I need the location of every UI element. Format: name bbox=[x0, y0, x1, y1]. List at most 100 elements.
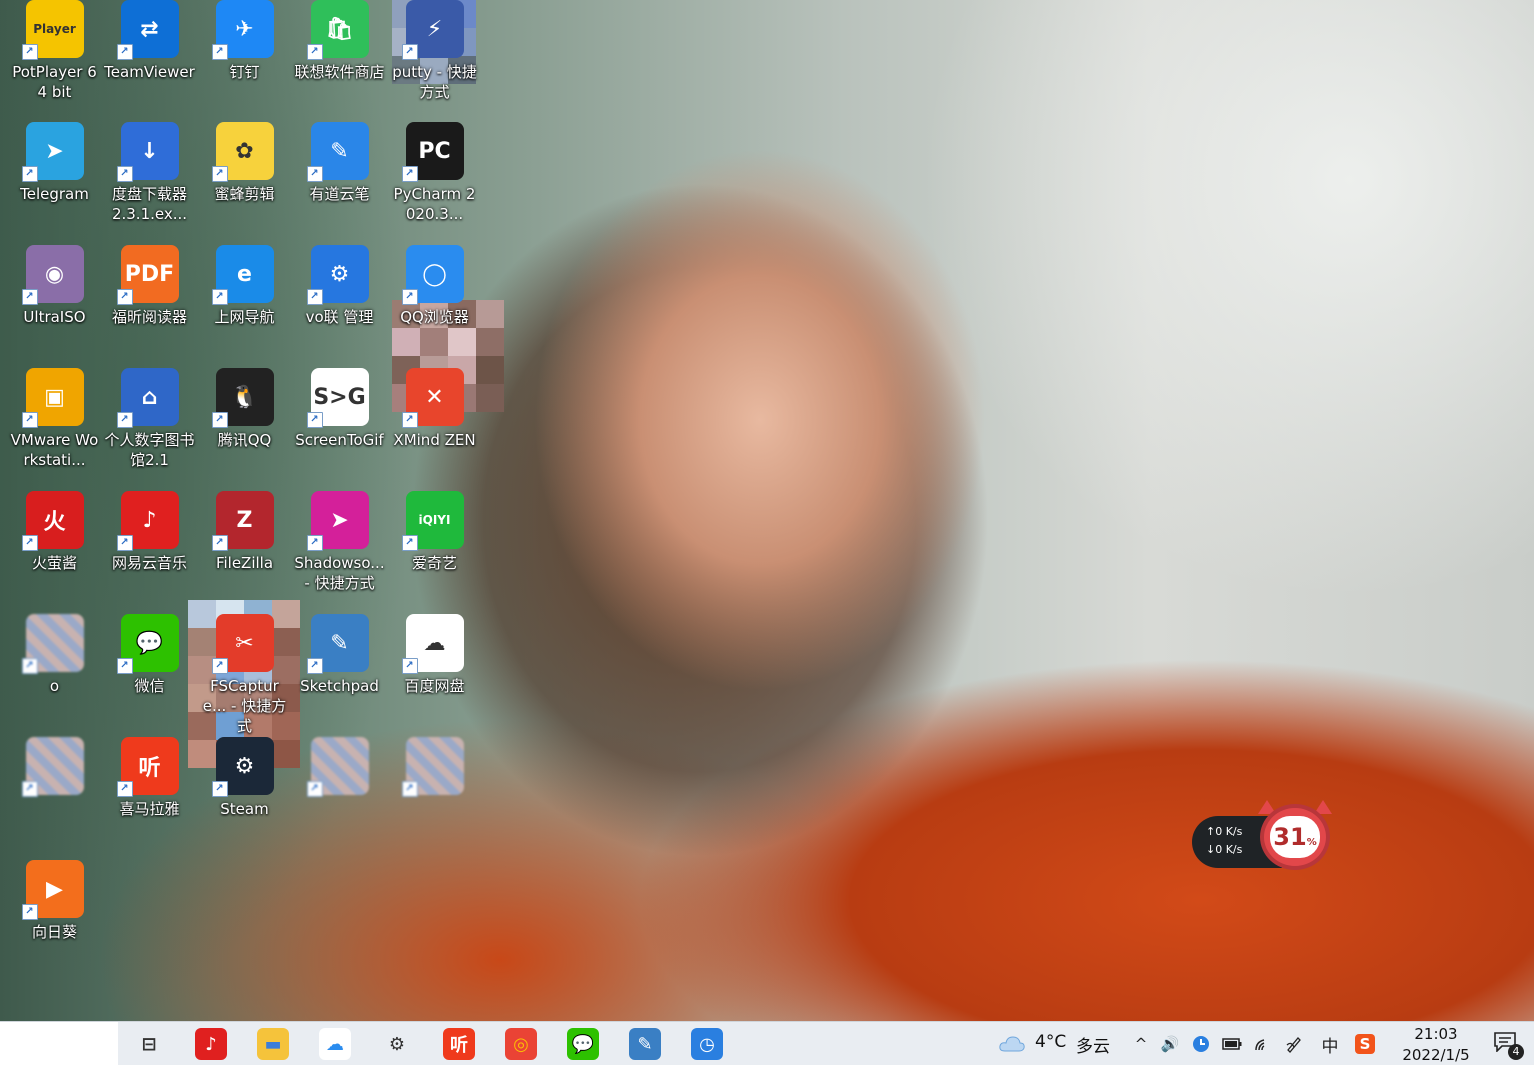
desktop-shortcut[interactable]: ⌂ ↗ 个人数字图书馆2.1 bbox=[102, 368, 197, 488]
system-clock[interactable]: 21:03 2022/1/5 bbox=[1395, 1024, 1477, 1066]
desktop-shortcut[interactable]: ▶ ↗ 向日葵 bbox=[7, 860, 102, 980]
desktop-shortcut[interactable]: ◯ ↗ QQ浏览器 bbox=[387, 245, 482, 365]
desktop-shortcut[interactable]: ✎ ↗ Sketchpad bbox=[292, 614, 387, 734]
desktop-shortcut[interactable]: Player ↗ PotPlayer 64 bit bbox=[7, 0, 102, 120]
putty-icon: ⚡ ↗ bbox=[401, 0, 464, 60]
icon-glyph: ⇄ bbox=[140, 16, 159, 42]
settings-icon[interactable]: ⚙ bbox=[381, 1028, 413, 1060]
desktop-shortcut[interactable]: Z ↗ FileZilla bbox=[197, 491, 292, 611]
memory-usage-unit: % bbox=[1306, 836, 1317, 848]
icon-glyph: ✂ bbox=[235, 630, 254, 656]
qq-browser-icon: ◯ ↗ bbox=[401, 245, 464, 305]
desktop-shortcut[interactable]: PC ↗ PyCharm 2020.3... bbox=[387, 122, 482, 242]
icon-glyph: iQIYI bbox=[418, 513, 451, 527]
desktop-shortcut[interactable]: ↗ o bbox=[7, 614, 102, 734]
desktop-shortcut[interactable]: 🛍 ↗ 联想软件商店 bbox=[292, 0, 387, 120]
desktop-shortcut[interactable]: ⚡ ↗ putty - 快捷方式 bbox=[387, 0, 482, 120]
shortcut-arrow-icon: ↗ bbox=[116, 781, 133, 797]
icon-glyph: ✎ bbox=[330, 630, 349, 656]
desktop-shortcut[interactable]: S>G ↗ ScreenToGif bbox=[292, 368, 387, 488]
qq-icon: 🐧 ↗ bbox=[211, 368, 274, 428]
shortcut-arrow-icon: ↗ bbox=[211, 535, 228, 551]
desktop-shortcut[interactable]: ➤ ↗ Telegram bbox=[7, 122, 102, 242]
shortcut-arrow-icon: ↗ bbox=[211, 44, 228, 60]
desktop-shortcut[interactable]: ✿ ↗ 蜜蜂剪辑 bbox=[197, 122, 292, 242]
weather-temperature[interactable]: 4°C bbox=[1035, 1032, 1066, 1052]
desktop-shortcut[interactable]: ↗ bbox=[387, 737, 482, 857]
file-explorer-icon[interactable]: ▬ bbox=[257, 1028, 289, 1060]
pen-input-icon[interactable] bbox=[1284, 1034, 1304, 1054]
icon-glyph: ✎ bbox=[330, 138, 349, 164]
notification-center-button[interactable]: 4 bbox=[1494, 1032, 1524, 1060]
desktop-shortcut-label: 联想软件商店 bbox=[294, 63, 385, 81]
desktop-shortcut[interactable]: PDF ↗ 福昕阅读器 bbox=[102, 245, 197, 365]
volume-icon[interactable]: 🔊 bbox=[1160, 1034, 1180, 1054]
weather-cloud-icon[interactable] bbox=[998, 1034, 1026, 1054]
shortcut-arrow-icon: ↗ bbox=[21, 289, 38, 305]
weather-description[interactable]: 多云 bbox=[1076, 1032, 1110, 1057]
shortcut-arrow-icon: ↗ bbox=[401, 658, 418, 674]
battery-icon[interactable] bbox=[1222, 1034, 1242, 1054]
desktop-shortcut[interactable]: ☁ ↗ 百度网盘 bbox=[387, 614, 482, 734]
desktop-shortcut[interactable]: ▣ ↗ VMware Workstati... bbox=[7, 368, 102, 488]
desktop-shortcut[interactable]: ♪ ↗ 网易云音乐 bbox=[102, 491, 197, 611]
desktop-shortcut[interactable]: ↓ ↗ 度盘下载器 2.3.1.ex... bbox=[102, 122, 197, 242]
desktop-shortcut[interactable]: ⚙ ↗ Steam bbox=[197, 737, 292, 857]
blurred-app-icon: ↗ bbox=[21, 614, 84, 674]
screentogif-icon: S>G ↗ bbox=[306, 368, 369, 428]
shortcut-arrow-icon: ↗ bbox=[116, 535, 133, 551]
input-language-indicator[interactable]: 中 bbox=[1320, 1034, 1340, 1057]
desktop-shortcut[interactable]: ➤ ↗ Shadowso... - 快捷方式 bbox=[292, 491, 387, 611]
chrome-icon[interactable]: ◎ bbox=[505, 1028, 537, 1060]
icon-glyph: ↓ bbox=[140, 138, 159, 164]
clock-app-icon[interactable]: ◷ bbox=[691, 1028, 723, 1060]
desktop-shortcut[interactable]: 💬 ↗ 微信 bbox=[102, 614, 197, 734]
desktop-shortcut-label: ScreenToGif bbox=[295, 431, 384, 449]
foxit-reader-icon: PDF ↗ bbox=[116, 245, 179, 305]
desktop-shortcut[interactable]: ✕ ↗ XMind ZEN bbox=[387, 368, 482, 488]
shortcut-arrow-icon: ↗ bbox=[116, 412, 133, 428]
baidu-netdisk-icon[interactable]: ☁ bbox=[319, 1028, 351, 1060]
icon-glyph: ✕ bbox=[425, 384, 444, 410]
desktop-shortcut-label: 钉钉 bbox=[229, 63, 260, 81]
desktop-shortcut-label: 蜜蜂剪辑 bbox=[214, 185, 275, 203]
shortcut-arrow-icon: ↗ bbox=[21, 658, 38, 674]
desktop-shortcut[interactable]: ✂ ↗ FSCapture... - 快捷方式 bbox=[197, 614, 292, 735]
desktop-shortcut[interactable]: ↗ bbox=[7, 737, 102, 857]
filezilla-icon: Z ↗ bbox=[211, 491, 274, 551]
task-view-icon[interactable]: ⊟ bbox=[133, 1028, 165, 1060]
memory-usage-circle[interactable]: 31% bbox=[1260, 804, 1330, 870]
desktop-shortcut-label: putty - 快捷方式 bbox=[392, 63, 477, 101]
shortcut-arrow-icon: ↗ bbox=[401, 412, 418, 428]
sunlogin-icon: ▶ ↗ bbox=[21, 860, 84, 920]
wechat-icon[interactable]: 💬 bbox=[567, 1028, 599, 1060]
desktop-shortcut[interactable]: ⚙ ↗ vo联 管理 bbox=[292, 245, 387, 365]
show-hidden-icons-chevron-icon[interactable]: ^ bbox=[1131, 1034, 1151, 1054]
wifi-icon[interactable] bbox=[1253, 1034, 1273, 1054]
desktop-shortcut[interactable]: 火 ↗ 火萤酱 bbox=[7, 491, 102, 611]
shortcut-arrow-icon: ↗ bbox=[306, 535, 323, 551]
taskbar-search-box[interactable] bbox=[0, 1022, 118, 1065]
shortcut-arrow-icon: ↗ bbox=[306, 658, 323, 674]
notification-count-badge: 4 bbox=[1508, 1044, 1524, 1060]
telegram-icon: ➤ ↗ bbox=[21, 122, 84, 182]
ximalaya-icon[interactable]: 听 bbox=[443, 1028, 475, 1060]
sketchpad-icon[interactable]: ✎ bbox=[629, 1028, 661, 1060]
netease-music-icon[interactable]: ♪ bbox=[195, 1028, 227, 1060]
desktop-shortcut[interactable]: iQIYI ↗ 爱奇艺 bbox=[387, 491, 482, 611]
desktop-shortcut[interactable]: ✎ ↗ 有道云笔 bbox=[292, 122, 387, 242]
shortcut-arrow-icon: ↗ bbox=[21, 44, 38, 60]
icon-glyph: 🛍 bbox=[325, 16, 354, 42]
icon-glyph: PC bbox=[418, 138, 451, 164]
desktop-shortcut[interactable]: 听 ↗ 喜马拉雅 bbox=[102, 737, 197, 857]
desktop-shortcut[interactable]: ◉ ↗ UltraISO bbox=[7, 245, 102, 365]
desktop-shortcut[interactable]: 🐧 ↗ 腾讯QQ bbox=[197, 368, 292, 488]
network-monitor-widget[interactable]: ↑0 K/s ↓0 K/s 31% bbox=[1192, 800, 1340, 872]
desktop-shortcut[interactable]: ↗ bbox=[292, 737, 387, 857]
desktop-shortcut[interactable]: e ↗ 上网导航 bbox=[197, 245, 292, 365]
icon-glyph: ✈ bbox=[235, 16, 254, 42]
desktop-shortcut[interactable]: ✈ ↗ 钉钉 bbox=[197, 0, 292, 120]
sogou-input-icon[interactable]: S bbox=[1355, 1034, 1375, 1054]
desktop-shortcut[interactable]: ⇄ ↗ TeamViewer bbox=[102, 0, 197, 120]
tray-app-clock-icon[interactable] bbox=[1191, 1034, 1211, 1054]
